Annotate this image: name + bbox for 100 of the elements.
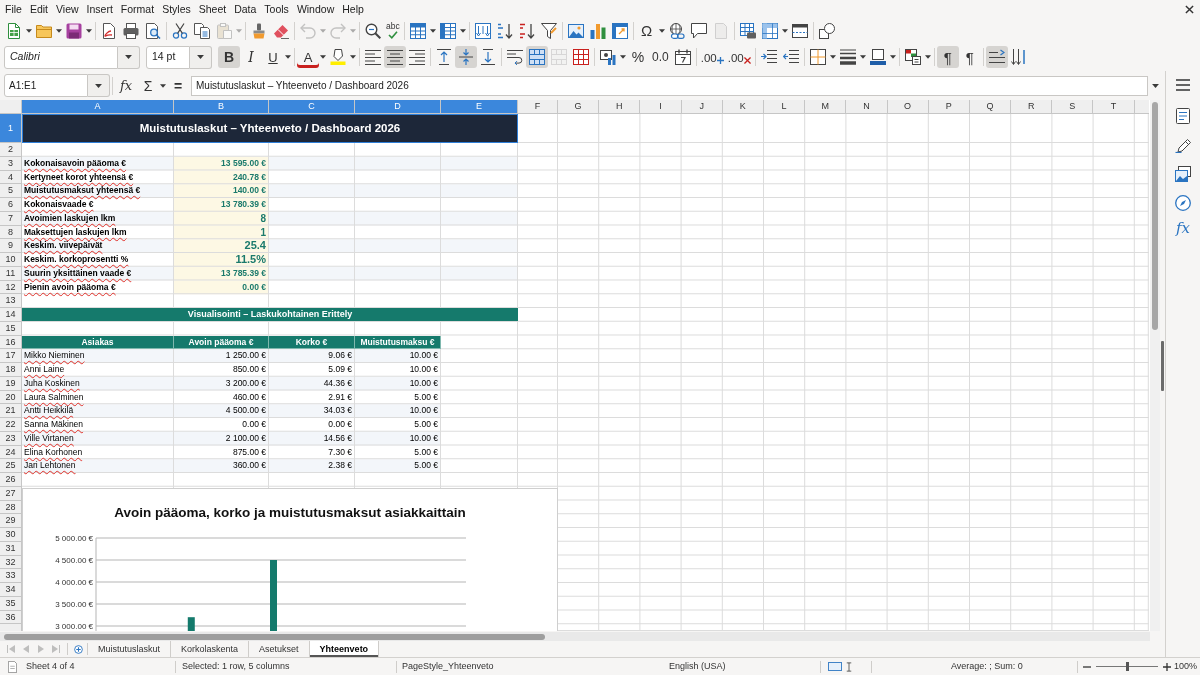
selection-mode-icon[interactable]: [828, 662, 842, 671]
comment-icon[interactable]: [690, 22, 707, 39]
compass-icon[interactable]: [1175, 195, 1191, 211]
caret-icon[interactable]: [56, 28, 62, 33]
sort-descending-icon[interactable]: [518, 22, 535, 39]
caret-icon[interactable]: [924, 55, 931, 59]
column-header[interactable]: S: [1052, 100, 1094, 114]
caret-icon[interactable]: [86, 28, 92, 33]
menu-item[interactable]: Sheet: [198, 3, 227, 15]
caret-icon[interactable]: [829, 55, 836, 59]
grid-icon[interactable]: [573, 49, 589, 65]
menu-item[interactable]: Insert: [86, 3, 113, 15]
column-header[interactable]: G: [558, 100, 600, 114]
box-color-bar-icon[interactable]: [869, 49, 886, 65]
menu-item[interactable]: Styles: [162, 3, 191, 15]
caret-icon[interactable]: [1152, 83, 1159, 88]
dropdown-button[interactable]: [88, 74, 110, 97]
column-header[interactable]: A: [22, 100, 174, 114]
functions-button[interactable]: fx: [1176, 221, 1190, 236]
row-header[interactable]: 9: [0, 239, 22, 253]
column-header[interactable]: J: [681, 100, 723, 114]
column-header[interactable]: B: [174, 100, 269, 114]
left-to-right-button[interactable]: ¶: [936, 46, 959, 68]
caret-icon[interactable]: [160, 83, 166, 88]
sort-ascending-icon[interactable]: [496, 22, 513, 39]
column-header[interactable]: K: [722, 100, 764, 114]
font-color-button[interactable]: A: [297, 46, 319, 68]
eraser-icon[interactable]: [273, 22, 289, 39]
row-header[interactable]: 13: [0, 294, 22, 308]
row-header[interactable]: 17: [0, 349, 22, 363]
dropdown-button[interactable]: [118, 45, 140, 69]
caret-icon[interactable]: [320, 55, 326, 59]
text-cursor-icon[interactable]: [846, 661, 852, 672]
row-header[interactable]: 14: [0, 308, 22, 322]
right-to-left-button[interactable]: ¶: [958, 46, 981, 68]
sidebar-handle[interactable]: [1161, 340, 1164, 391]
shapes-icon[interactable]: [818, 22, 835, 39]
caret-icon[interactable]: [889, 55, 896, 59]
borders-icon[interactable]: [809, 49, 826, 65]
function-wizard-button[interactable]: fx: [115, 74, 137, 97]
font-name-field[interactable]: Calibri: [4, 45, 118, 69]
menu-item[interactable]: Edit: [29, 3, 48, 15]
sheet-tab[interactable]: Korkolaskenta: [171, 641, 250, 657]
sort-icon[interactable]: [474, 22, 491, 39]
zoom-in-icon[interactable]: [1163, 662, 1171, 671]
add-decimal-button[interactable]: .00: [698, 46, 726, 68]
row-header[interactable]: 25: [0, 459, 22, 473]
search-icon[interactable]: [365, 22, 381, 39]
properties-icon[interactable]: [1175, 108, 1191, 124]
filter-icon[interactable]: [540, 22, 557, 39]
new-spreadsheet-icon[interactable]: [6, 22, 22, 39]
equals-button[interactable]: =: [167, 74, 189, 97]
zoom-out-icon[interactable]: [1083, 665, 1091, 668]
slider-thumb[interactable]: [1125, 662, 1129, 671]
underline-button[interactable]: U: [262, 46, 284, 68]
pdf-document-icon[interactable]: [101, 22, 117, 39]
row-header[interactable]: 30: [0, 528, 22, 542]
pencil-icon[interactable]: [1175, 137, 1191, 153]
column-header[interactable]: M: [805, 100, 847, 114]
line-weights-icon[interactable]: [839, 49, 856, 65]
row-header[interactable]: 34: [0, 583, 22, 597]
shaded-grid-icon[interactable]: [761, 22, 778, 39]
row-header[interactable]: 33: [0, 569, 22, 583]
calendar-icon[interactable]: [674, 49, 691, 65]
menu-item[interactable]: Data: [234, 3, 257, 15]
caret-icon[interactable]: [459, 28, 466, 33]
row-header[interactable]: 2: [0, 143, 22, 157]
column-header[interactable]: P: [928, 100, 970, 114]
name-box[interactable]: A1:E1: [4, 74, 88, 97]
row-header[interactable]: 18: [0, 363, 22, 377]
sheet-tab[interactable]: Muistutuslaskut: [88, 641, 172, 657]
bar-chart-icon[interactable]: [589, 22, 606, 39]
column-header[interactable]: L: [763, 100, 806, 114]
row-header[interactable]: 26: [0, 473, 22, 487]
merge-center-button[interactable]: [526, 46, 548, 68]
highlighter-icon[interactable]: [330, 49, 346, 65]
row-header[interactable]: 22: [0, 418, 22, 432]
zoom-level-text[interactable]: 100%: [1174, 659, 1198, 674]
vertical-scrollbar[interactable]: [1150, 100, 1160, 631]
column-header[interactable]: Q: [969, 100, 1012, 114]
percent-button[interactable]: %: [627, 46, 649, 68]
row-header[interactable]: 29: [0, 514, 22, 528]
sheet-tab[interactable]: Asetukset: [249, 641, 310, 657]
row-header[interactable]: 5: [0, 184, 22, 198]
close-icon[interactable]: [1185, 4, 1194, 14]
paintbrush-icon[interactable]: [251, 22, 267, 39]
add-sheet-icon[interactable]: [74, 644, 83, 654]
caret-icon[interactable]: [285, 55, 291, 59]
caret-icon[interactable]: [429, 28, 436, 33]
decrease-indent-icon[interactable]: [782, 49, 799, 65]
sheet-tab[interactable]: Yhteenveto: [309, 641, 380, 657]
special-character-button[interactable]: Ω: [635, 19, 658, 42]
colored-table-icon[interactable]: [904, 49, 921, 65]
increase-indent-icon[interactable]: [760, 49, 777, 65]
caret-icon[interactable]: [26, 28, 32, 33]
row-header[interactable]: 6: [0, 198, 22, 212]
table-columns-icon[interactable]: [439, 22, 456, 39]
scrollbar-thumb[interactable]: [4, 633, 545, 640]
column-header[interactable]: O: [887, 100, 929, 114]
menu-item[interactable]: Window: [296, 3, 335, 15]
